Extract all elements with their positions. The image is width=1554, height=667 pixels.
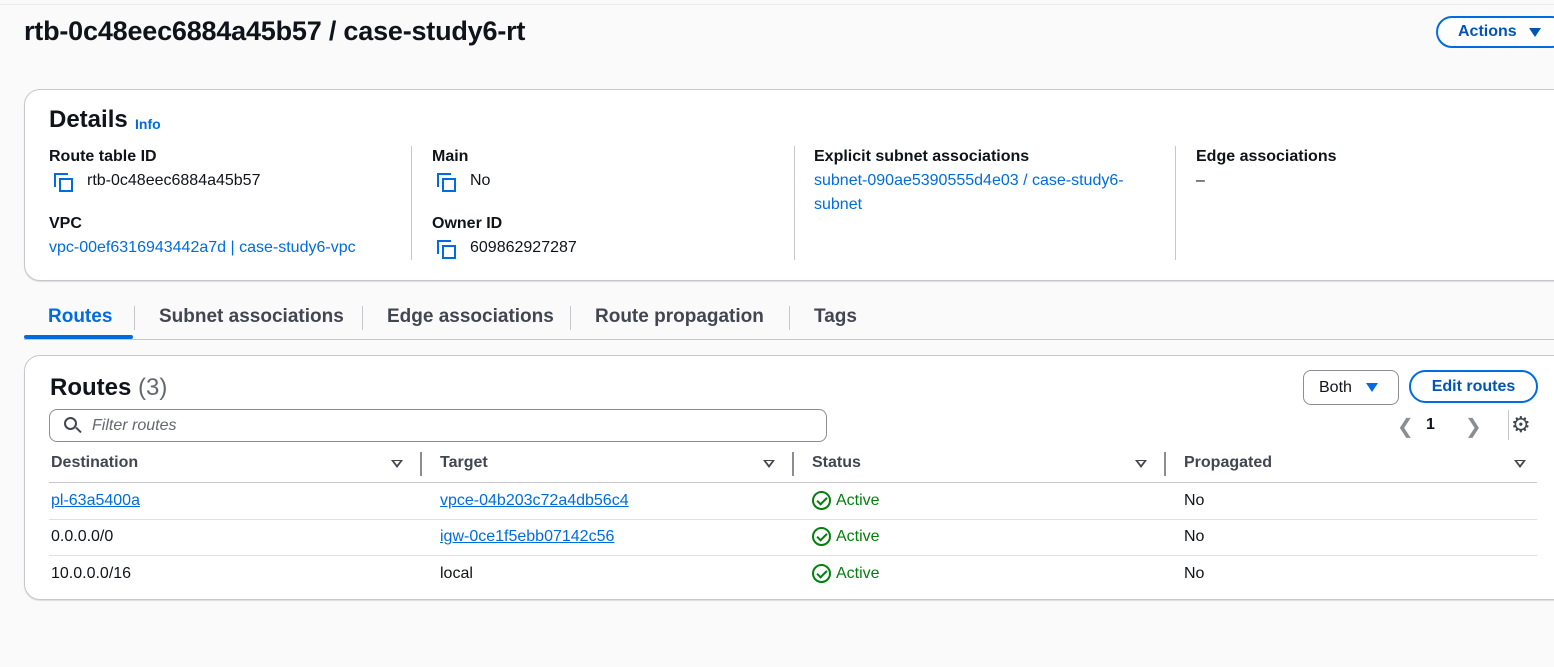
page-title: rtb-0c48eec6884a45b57 / case-study6-rt — [24, 16, 526, 46]
tab-tags[interactable]: Tags — [814, 306, 857, 328]
details-panel: Details Info Route table ID rtb-0c48eec6… — [24, 89, 1554, 281]
route-destination-link[interactable]: pl-63a5400a — [51, 492, 140, 510]
vpc-label: VPC — [49, 215, 82, 232]
routes-heading: Routes (3) — [50, 374, 167, 402]
status-badge: Active — [812, 564, 880, 583]
sort-icon[interactable] — [763, 460, 775, 468]
owner-id-label: Owner ID — [432, 215, 503, 232]
column-resizer[interactable] — [420, 452, 422, 476]
details-heading: Details — [49, 106, 128, 133]
status-check-icon — [812, 527, 831, 546]
tab-separator — [134, 306, 135, 330]
tab-separator — [789, 306, 790, 330]
vpc-link[interactable]: vpc-00ef6316943442a7d | case-study6-vpc — [49, 239, 356, 257]
table-row-divider — [49, 519, 1537, 520]
propagated-value: No — [1184, 492, 1205, 509]
chevron-right-icon[interactable]: ❯ — [1465, 414, 1482, 439]
column-divider — [794, 146, 795, 260]
status-check-icon — [812, 491, 831, 510]
route-table-id-value: rtb-0c48eec6884a45b57 — [87, 172, 261, 189]
status-check-icon — [812, 564, 831, 583]
sort-icon[interactable] — [1135, 460, 1147, 468]
chevron-left-icon[interactable]: ❮ — [1397, 414, 1414, 439]
filter-routes-input[interactable]: Filter routes — [49, 409, 827, 442]
explicit-subnet-label: Explicit subnet associations — [814, 148, 1030, 165]
routes-title: Routes — [50, 374, 132, 401]
main-value: No — [470, 172, 491, 189]
propagated-value: No — [1184, 528, 1205, 545]
tab-separator — [570, 306, 571, 330]
gear-icon[interactable]: ⚙ — [1511, 414, 1531, 436]
propagated-value: No — [1184, 565, 1205, 582]
search-icon — [64, 416, 82, 435]
copy-icon[interactable] — [437, 173, 457, 193]
caret-down-icon — [1365, 383, 1378, 392]
column-divider — [1175, 146, 1176, 260]
owner-id-value: 609862927287 — [470, 239, 577, 256]
column-divider — [411, 146, 412, 260]
filter-placeholder: Filter routes — [92, 416, 177, 434]
copy-icon[interactable] — [437, 240, 457, 260]
table-row-divider — [49, 555, 1537, 556]
actions-button[interactable]: Actions — [1436, 16, 1554, 48]
status-text: Active — [836, 564, 880, 582]
edit-routes-button[interactable]: Edit routes — [1409, 370, 1538, 403]
sort-icon[interactable] — [1514, 460, 1526, 468]
route-filter-select[interactable]: Both — [1303, 370, 1399, 405]
column-header-target[interactable]: Target — [440, 454, 488, 472]
tab-separator — [362, 306, 363, 330]
copy-icon[interactable] — [54, 173, 74, 193]
routes-count: (3) — [138, 374, 168, 401]
route-filter-value: Both — [1319, 378, 1352, 396]
route-target-link[interactable]: igw-0ce1f5ebb07142c56 — [440, 528, 614, 546]
column-resizer[interactable] — [1164, 452, 1166, 476]
pager-divider — [1508, 410, 1509, 440]
table-header-divider — [49, 482, 1537, 483]
column-header-destination[interactable]: Destination — [51, 454, 138, 472]
column-header-propagated[interactable]: Propagated — [1184, 454, 1272, 472]
edge-associations-value: – — [1196, 172, 1205, 189]
route-target-link[interactable]: vpce-04b203c72a4db56c4 — [440, 492, 629, 510]
sort-icon[interactable] — [391, 460, 403, 468]
route-destination: 10.0.0.0/16 — [51, 565, 132, 582]
tab-subnet-associations[interactable]: Subnet associations — [159, 306, 344, 328]
routes-panel: Routes (3) Both Edit routes Filter route… — [24, 355, 1554, 600]
info-link[interactable]: Info — [135, 116, 161, 132]
explicit-subnet-link-cont[interactable]: subnet — [814, 196, 862, 214]
column-resizer[interactable] — [792, 452, 794, 476]
tab-edge-associations[interactable]: Edge associations — [387, 306, 554, 328]
status-badge: Active — [812, 527, 880, 546]
column-header-status[interactable]: Status — [812, 454, 861, 472]
route-target: local — [440, 565, 473, 582]
top-divider — [0, 4, 1554, 5]
actions-label: Actions — [1458, 23, 1517, 40]
status-text: Active — [836, 527, 880, 545]
main-label: Main — [432, 148, 469, 165]
status-text: Active — [836, 491, 880, 509]
tab-routes[interactable]: Routes — [48, 306, 112, 328]
caret-down-icon — [1528, 27, 1541, 37]
tab-route-propagation[interactable]: Route propagation — [595, 306, 764, 328]
route-table-id-label: Route table ID — [49, 148, 157, 165]
tabs-divider — [24, 339, 1554, 340]
status-badge: Active — [812, 491, 880, 510]
explicit-subnet-link[interactable]: subnet-090ae5390555d4e03 / case-study6- — [814, 172, 1124, 190]
edge-associations-label: Edge associations — [1196, 148, 1337, 165]
page-number[interactable]: 1 — [1426, 416, 1435, 434]
route-destination: 0.0.0.0/0 — [51, 528, 114, 545]
